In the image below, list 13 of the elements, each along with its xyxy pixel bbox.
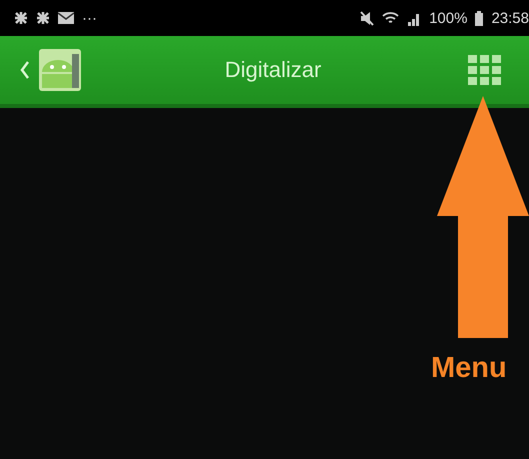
mail-icon: [58, 12, 74, 24]
wifi-icon: [382, 11, 400, 25]
more-notifications-indicator: ···: [82, 10, 97, 26]
annotation-label: Menu: [431, 352, 507, 385]
battery-icon: [475, 10, 484, 26]
screen-title: Digitalizar: [224, 57, 322, 83]
clock-time: 23:58: [491, 10, 529, 26]
back-icon[interactable]: [20, 61, 30, 79]
pinwheel-icon: [14, 11, 28, 25]
android-logo-icon: [38, 48, 82, 92]
battery-percentage: 100%: [429, 10, 468, 26]
mute-icon: [360, 10, 374, 26]
pinwheel-icon: [36, 11, 50, 25]
